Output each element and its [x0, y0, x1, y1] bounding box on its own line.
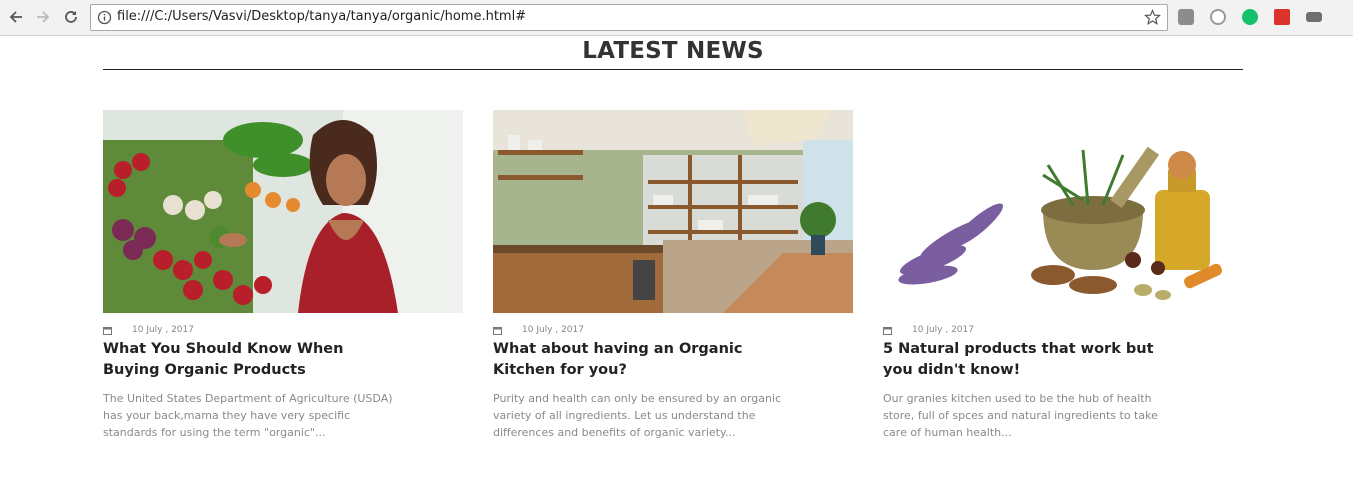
info-icon[interactable]	[97, 10, 112, 25]
address-bar[interactable]: file:///C:/Users/Vasvi/Desktop/tanya/tan…	[90, 4, 1168, 31]
article-image-kitchen[interactable]	[493, 110, 853, 313]
article-meta: 10 July , 2017	[493, 324, 584, 336]
article-card: 10 July , 2017 What You Should Know When…	[103, 110, 463, 439]
url-text[interactable]: file:///C:/Users/Vasvi/Desktop/tanya/tan…	[117, 9, 526, 24]
article-excerpt: Our granies kitchen used to be the hub o…	[883, 392, 1158, 439]
article-title[interactable]: What about having an Organic Kitchen for…	[493, 339, 793, 381]
section-heading: LATEST NEWS	[582, 38, 764, 64]
article-title[interactable]: What You Should Know When Buying Organic…	[103, 339, 403, 381]
reload-icon[interactable]	[60, 6, 82, 28]
bookmark-red-icon[interactable]	[1274, 9, 1290, 25]
article-excerpt: The United States Department of Agricult…	[103, 392, 393, 439]
article-title[interactable]: 5 Natural products that work but you did…	[883, 339, 1183, 381]
bookmark-star-icon[interactable]	[1144, 9, 1161, 26]
article-meta: 10 July , 2017	[103, 324, 194, 336]
article-image-market[interactable]	[103, 110, 463, 313]
article-date: 10 July , 2017	[522, 325, 584, 335]
article-excerpt: Purity and health can only be ensured by…	[493, 392, 782, 439]
article-date: 10 July , 2017	[912, 325, 974, 335]
grammarly-icon[interactable]	[1242, 9, 1258, 25]
extension-grey-icon[interactable]	[1306, 12, 1322, 22]
heading-divider	[103, 69, 1243, 70]
pocket-icon[interactable]	[1178, 9, 1194, 25]
article-meta: 10 July , 2017	[883, 324, 974, 336]
article-date: 10 July , 2017	[132, 325, 194, 335]
calendar-icon	[883, 326, 892, 335]
article-image-herbs[interactable]	[883, 110, 1243, 313]
calendar-icon	[103, 326, 112, 335]
browser-toolbar: file:///C:/Users/Vasvi/Desktop/tanya/tan…	[0, 0, 1353, 36]
back-arrow-icon[interactable]	[5, 6, 27, 28]
skype-icon[interactable]	[1210, 9, 1226, 25]
article-card: 10 July , 2017 What about having an Orga…	[493, 110, 853, 439]
forward-arrow-icon[interactable]	[32, 6, 54, 28]
calendar-icon	[493, 326, 502, 335]
article-card: 10 July , 2017 5 Natural products that w…	[883, 110, 1243, 439]
